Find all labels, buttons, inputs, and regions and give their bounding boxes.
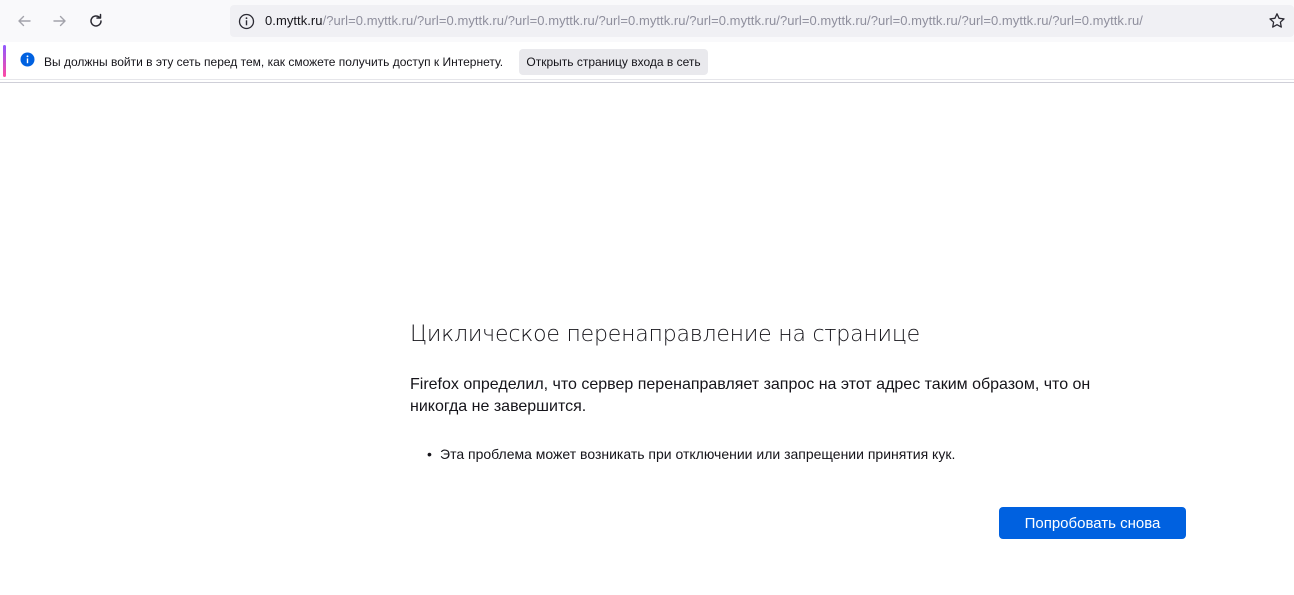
url-text[interactable]: 0.myttk.ru/?url=0.myttk.ru/?url=0.myttk.… — [265, 13, 1143, 28]
bullet-icon: • — [427, 446, 432, 462]
error-title: Циклическое перенаправление на странице — [410, 322, 920, 347]
notification-accent — [3, 45, 6, 77]
back-button[interactable] — [9, 6, 39, 36]
error-hints: • Эта проблема может возникать при отключ… — [424, 446, 1190, 462]
try-again-button[interactable]: Попробовать снова — [999, 507, 1186, 539]
browser-toolbar: 0.myttk.ru/?url=0.myttk.ru/?url=0.myttk.… — [0, 0, 1294, 42]
forward-button[interactable] — [45, 6, 75, 36]
star-icon — [1269, 13, 1285, 28]
list-item: • Эта проблема может возникать при отключ… — [424, 446, 1190, 462]
url-bar[interactable]: 0.myttk.ru/?url=0.myttk.ru/?url=0.myttk.… — [230, 5, 1294, 37]
captive-portal-notification: Вы должны войти в эту сеть перед тем, ка… — [0, 42, 1294, 79]
hint-text: Эта проблема может возникать при отключе… — [440, 446, 956, 462]
reload-icon — [90, 13, 102, 27]
error-container: Циклическое перенаправление на странице … — [410, 322, 1190, 462]
open-login-page-button[interactable]: Открыть страницу входа в сеть — [519, 49, 708, 75]
arrow-left-icon — [18, 15, 31, 27]
site-info-button[interactable] — [236, 11, 256, 31]
reload-button[interactable] — [81, 6, 111, 36]
error-description: Firefox определил, что сервер перенаправ… — [410, 376, 1091, 415]
divider — [0, 79, 1294, 80]
info-icon — [238, 13, 254, 29]
divider — [0, 82, 1294, 83]
notification-message: Вы должны войти в эту сеть перед тем, ка… — [44, 55, 504, 69]
arrow-right-icon — [53, 15, 66, 27]
url-path: /?url=0.myttk.ru/?url=0.myttk.ru/?url=0.… — [322, 13, 1143, 28]
info-circle-icon — [20, 52, 35, 67]
bookmark-button[interactable] — [1266, 10, 1288, 32]
url-host: 0.myttk.ru — [265, 13, 323, 28]
